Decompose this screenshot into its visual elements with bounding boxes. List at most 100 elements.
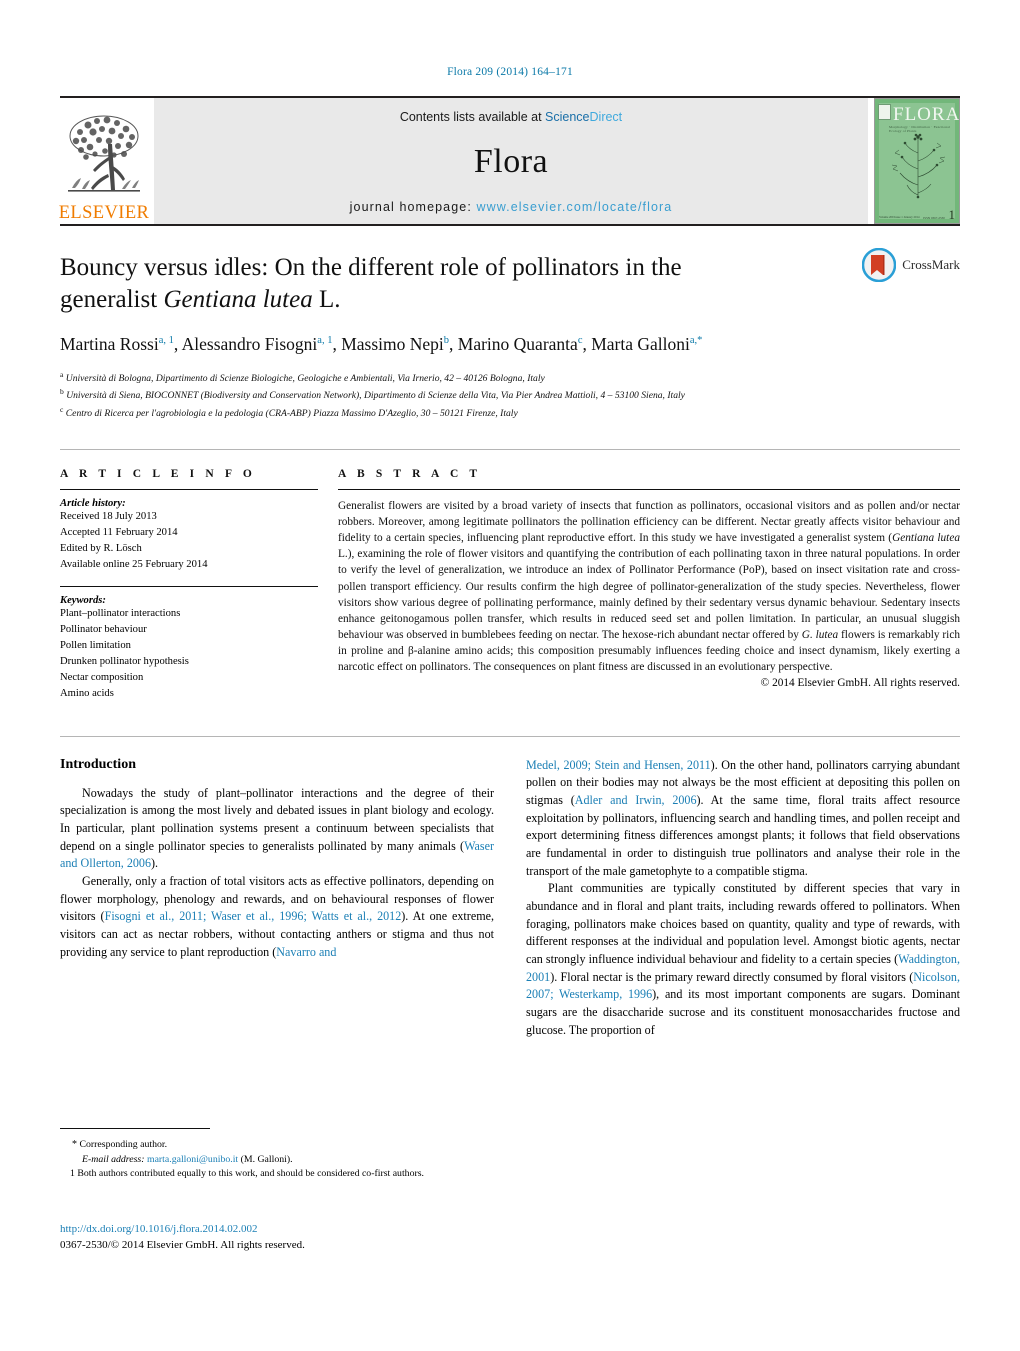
info-abstract-section: A R T I C L E I N F O Article history: R… <box>60 448 960 702</box>
citation-link[interactable]: Fisogni et al., 2011; Waser et al., 1996… <box>105 909 402 923</box>
keyword-item: Amino acids <box>60 687 114 699</box>
section-heading-introduction: Introduction <box>60 756 136 772</box>
cover-issue-number: 1 <box>948 206 956 222</box>
history-item: Received 18 July 2013 <box>60 510 157 522</box>
running-head: Flora 209 (2014) 164–171 <box>447 66 573 78</box>
abstract-species-2: G. lutea <box>801 629 839 641</box>
title-block: CrossMark Bouncy versus idles: On the di… <box>60 226 960 421</box>
cover-footer: Volume 209 Issue 1 January 2014 ISSN 036… <box>879 206 956 222</box>
para-text: Plant communities are typically constitu… <box>526 881 960 966</box>
keywords-block: Keywords: Plant–pollinator interactions … <box>60 586 318 701</box>
journal-masthead: ELSEVIER Contents lists available at Sci… <box>58 96 960 224</box>
footnote-rule <box>60 1128 210 1129</box>
paragraph: Plant communities are typically constitu… <box>526 880 960 1039</box>
citation-link[interactable]: Medel, 2009; Stein and Hensen, 2011 <box>526 758 711 772</box>
title-text-2: L. <box>312 286 341 313</box>
footnotes-block: * Corresponding author. E-mail address: … <box>60 1128 494 1182</box>
author-affil-mark: a, 1 <box>158 335 174 347</box>
email-link[interactable]: marta.galloni@unibo.it <box>147 1154 238 1165</box>
article-history-list: Received 18 July 2013 Accepted 11 Februa… <box>60 509 318 573</box>
author-name: Massimo Nepi <box>341 334 444 354</box>
page-title: Bouncy versus idles: On the different ro… <box>60 252 760 316</box>
corresponding-star: * <box>72 1139 77 1150</box>
affiliation-item: b Università di Siena, BIOCONNET (Biodiv… <box>60 386 950 403</box>
homepage-prefix: journal homepage: <box>349 200 477 214</box>
abstract-rule <box>338 488 960 490</box>
citation-link[interactable]: Navarro and <box>276 945 336 959</box>
keywords-label: Keywords: <box>60 595 106 607</box>
title-text-1: Bouncy versus idles: On the different ro… <box>60 254 682 313</box>
footnote-equal-contribution: 1 Both authors contributed equally to th… <box>60 1167 494 1182</box>
affiliation-mark: b <box>60 387 64 397</box>
article-history-label: Article history: <box>60 497 126 509</box>
author[interactable]: Martina Rossia, 1, <box>60 334 178 354</box>
masthead-center: Contents lists available at ScienceDirec… <box>154 98 868 224</box>
abstract-copyright: © 2014 Elsevier GmbH. All rights reserve… <box>760 677 960 690</box>
keywords-rule <box>60 586 318 588</box>
affiliation-text: Università di Bologna, Dipartimento di S… <box>65 373 545 385</box>
history-item: Edited by R. Lösch <box>60 542 142 554</box>
author-sep: , <box>332 334 337 354</box>
page-footer: http://dx.doi.org/10.1016/j.flora.2014.0… <box>60 1222 580 1254</box>
author-name: Martina Rossi <box>60 334 159 354</box>
corresponding-label: Corresponding author. <box>79 1139 168 1150</box>
cover-issn: ISSN 0367-2530 <box>923 216 945 220</box>
author[interactable]: Marta Gallonia,* <box>591 334 702 354</box>
doi-link[interactable]: http://dx.doi.org/10.1016/j.flora.2014.0… <box>60 1222 580 1238</box>
crossmark-badge[interactable]: CrossMark <box>862 248 960 282</box>
article-info-column: A R T I C L E I N F O Article history: R… <box>60 468 338 702</box>
author[interactable]: Marino Quarantac, <box>458 334 587 354</box>
author-sep: , <box>449 334 454 354</box>
author-list: Martina Rossia, 1, Alessandro Fisognia, … <box>60 332 780 357</box>
cover-volume-info: Volume 209 Issue 1 January 2014 <box>879 215 920 220</box>
affiliation-item: c Centro di Ricerca per l'agrobiologia e… <box>60 404 950 421</box>
author[interactable]: Alessandro Fisognia, 1, <box>182 334 337 354</box>
journal-homepage-link[interactable]: www.elsevier.com/locate/flora <box>476 200 672 214</box>
para-text: ). Floral nectar is the primary reward d… <box>550 969 914 984</box>
article-info-rule <box>60 488 318 490</box>
author-affil-mark: a,* <box>689 335 703 347</box>
author-name: Alessandro Fisogni <box>181 334 318 354</box>
author-sep: , <box>582 334 587 354</box>
elsevier-logo: ELSEVIER <box>58 98 150 224</box>
email-label: E-mail address: <box>82 1153 145 1165</box>
abstract-text: Generalist flowers are visited by a broa… <box>338 498 960 676</box>
email-suffix: (M. Galloni). <box>240 1153 293 1165</box>
body-column-right: Medel, 2009; Stein and Hensen, 2011). On… <box>526 757 960 1040</box>
elsevier-wordmark: ELSEVIER <box>58 202 150 223</box>
abstract-seg-1: Generalist flowers are visited by a broa… <box>338 499 960 545</box>
history-item: Available online 25 February 2014 <box>60 558 208 570</box>
elsevier-tree-icon <box>68 115 140 192</box>
article-info-heading: A R T I C L E I N F O <box>60 467 256 480</box>
body-column-left: Introduction Nowadays the study of plant… <box>60 757 494 1040</box>
issn-copyright: 0367-2530/© 2014 Elsevier GmbH. All righ… <box>60 1238 305 1251</box>
keyword-item: Drunken pollinator hypothesis <box>60 656 189 668</box>
author-name: Marino Quaranta <box>457 334 578 354</box>
footnote-email: E-mail address: marta.galloni@unibo.it (… <box>60 1153 494 1168</box>
affiliation-list: a Università di Bologna, Dipartimento di… <box>60 369 960 421</box>
footnote-corresponding: * Corresponding author. <box>60 1137 494 1153</box>
keywords-list: Plant–pollinator interactions Pollinator… <box>60 606 318 701</box>
author-name: Marta Galloni <box>591 334 690 354</box>
footnote-text: Both authors contributed equally to this… <box>77 1168 424 1180</box>
sciencedirect-link[interactable]: ScienceDirect <box>545 110 622 124</box>
abstract-seg-2: L.), examining the role of flower visito… <box>338 548 960 641</box>
paragraph: Medel, 2009; Stein and Hensen, 2011). On… <box>526 757 960 881</box>
abstract-heading: A B S T R A C T <box>338 467 482 480</box>
affiliation-text: Università di Siena, BIOCONNET (Biodiver… <box>66 390 685 402</box>
cover-elsevier-badge <box>878 104 891 120</box>
keyword-item: Pollen limitation <box>60 640 131 652</box>
author-affil-mark: a, 1 <box>317 335 333 347</box>
affiliation-mark: c <box>60 404 64 414</box>
affiliation-item: a Università di Bologna, Dipartimento di… <box>60 369 950 386</box>
body-columns: Introduction Nowadays the study of plant… <box>60 735 960 1040</box>
footnote-mark: 1 <box>70 1168 75 1180</box>
journal-cover-thumbnail[interactable]: FLORA Morphology · Distribution · Functi… <box>874 98 960 224</box>
abstract-column: A B S T R A C T Generalist flowers are v… <box>338 468 960 702</box>
keyword-item: Pollinator behaviour <box>60 624 147 636</box>
author[interactable]: Massimo Nepib, <box>341 334 453 354</box>
keyword-item: Nectar composition <box>60 672 144 683</box>
citation-link[interactable]: Adler and Irwin, 2006 <box>575 793 697 807</box>
abstract-species-1: Gentiana lutea <box>892 532 960 545</box>
affiliation-text: Centro di Ricerca per l'agrobiologia e l… <box>65 407 518 419</box>
